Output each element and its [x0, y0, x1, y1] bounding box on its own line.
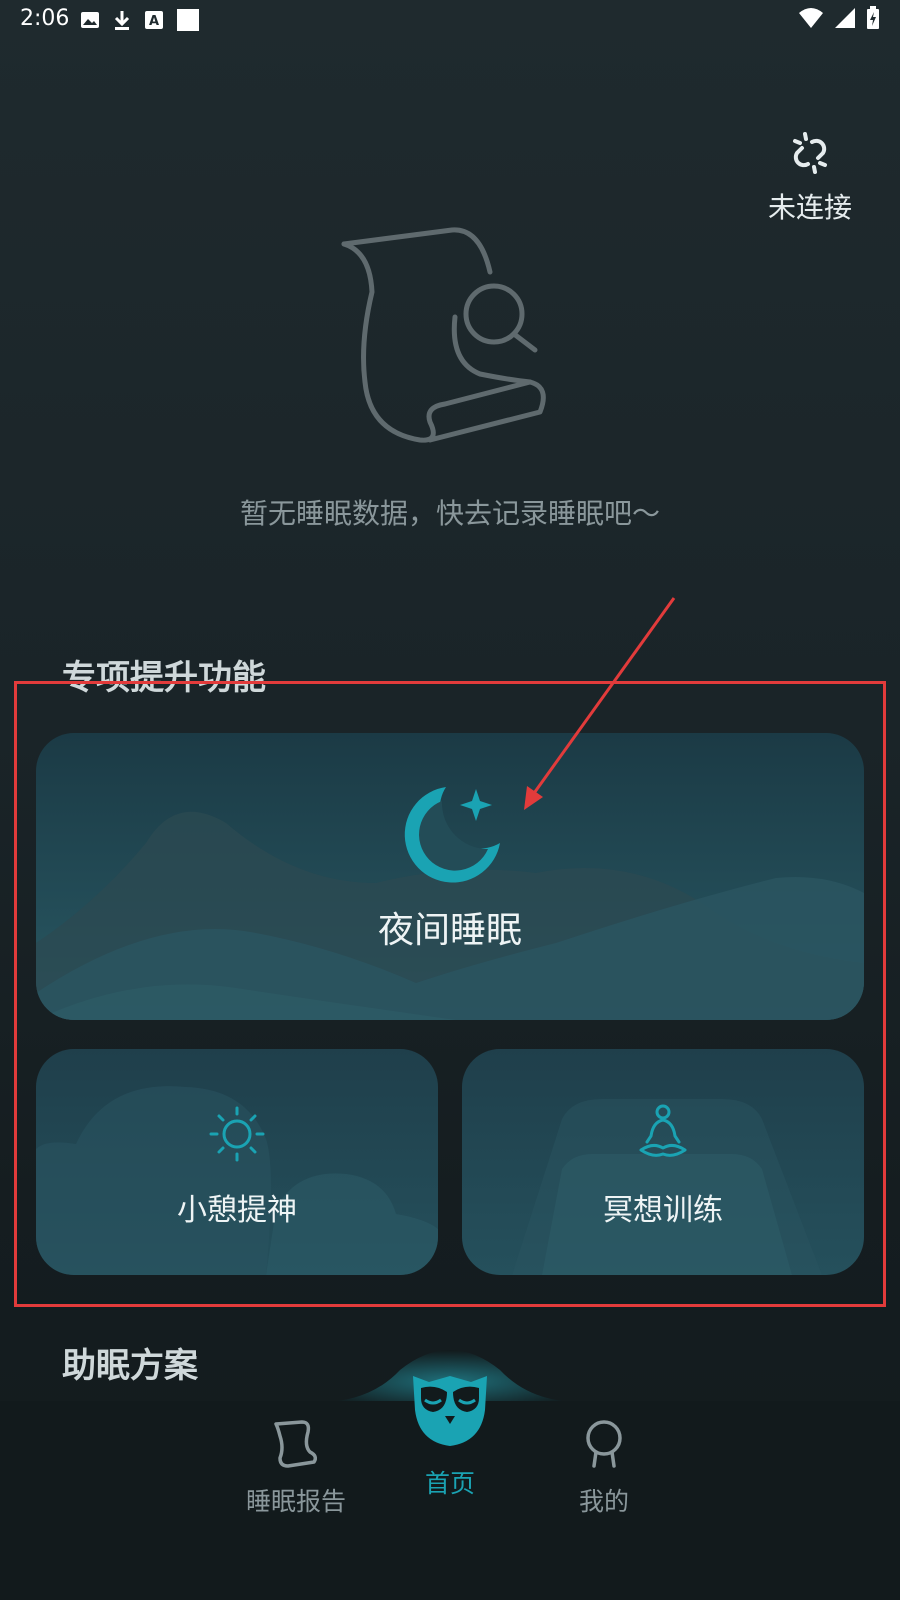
owl-icon: [413, 1376, 487, 1446]
system-icons: [798, 6, 880, 30]
scroll-search-icon: [330, 222, 560, 461]
battery-charging-icon: [867, 6, 879, 29]
moon-star-icon: [404, 787, 500, 883]
svg-text:A: A: [149, 14, 159, 29]
night-sleep-card[interactable]: 夜间睡眠: [36, 733, 864, 1020]
meditation-icon: [639, 1104, 687, 1157]
mountain-background: [512, 1099, 822, 1275]
notification-icons: A: [80, 8, 200, 32]
profile-icon: [586, 1420, 622, 1468]
device-connection-button[interactable]: 未连接: [760, 128, 860, 226]
meditation-card[interactable]: 冥想训练: [462, 1049, 864, 1275]
report-scroll-icon: [274, 1420, 318, 1468]
empty-state-message: 暂无睡眠数据，快去记录睡眠吧～: [239, 497, 660, 530]
status-time: 2:06: [20, 6, 70, 31]
status-bar: 2:06 A: [0, 0, 900, 38]
nav-item-home[interactable]: 首页: [390, 1370, 510, 1500]
square-icon: [177, 9, 199, 31]
nav-label-home: 首页: [424, 1469, 475, 1498]
wifi-icon: [799, 8, 823, 28]
night-sleep-label: 夜间睡眠: [377, 910, 522, 951]
nap-label: 小憩提神: [177, 1193, 297, 1228]
unlink-icon: [793, 132, 827, 174]
sun-icon: [209, 1106, 265, 1162]
nav-item-sleep-report[interactable]: 睡眠报告: [236, 1418, 356, 1518]
nav-label-profile: 我的: [578, 1487, 629, 1516]
nav-item-profile[interactable]: 我的: [544, 1418, 664, 1518]
font-icon: A: [145, 11, 163, 29]
section-title-sleep-aid: 助眠方案: [62, 1346, 198, 1386]
section-title-special: 专项提升功能: [62, 658, 266, 698]
meditation-label: 冥想训练: [603, 1193, 723, 1228]
image-icon: [81, 12, 99, 28]
connection-status-label: 未连接: [767, 191, 852, 224]
nap-card[interactable]: 小憩提神: [36, 1049, 438, 1275]
download-icon: [114, 11, 130, 30]
signal-icon: [835, 8, 855, 28]
nav-label-sleep-report: 睡眠报告: [245, 1487, 346, 1516]
